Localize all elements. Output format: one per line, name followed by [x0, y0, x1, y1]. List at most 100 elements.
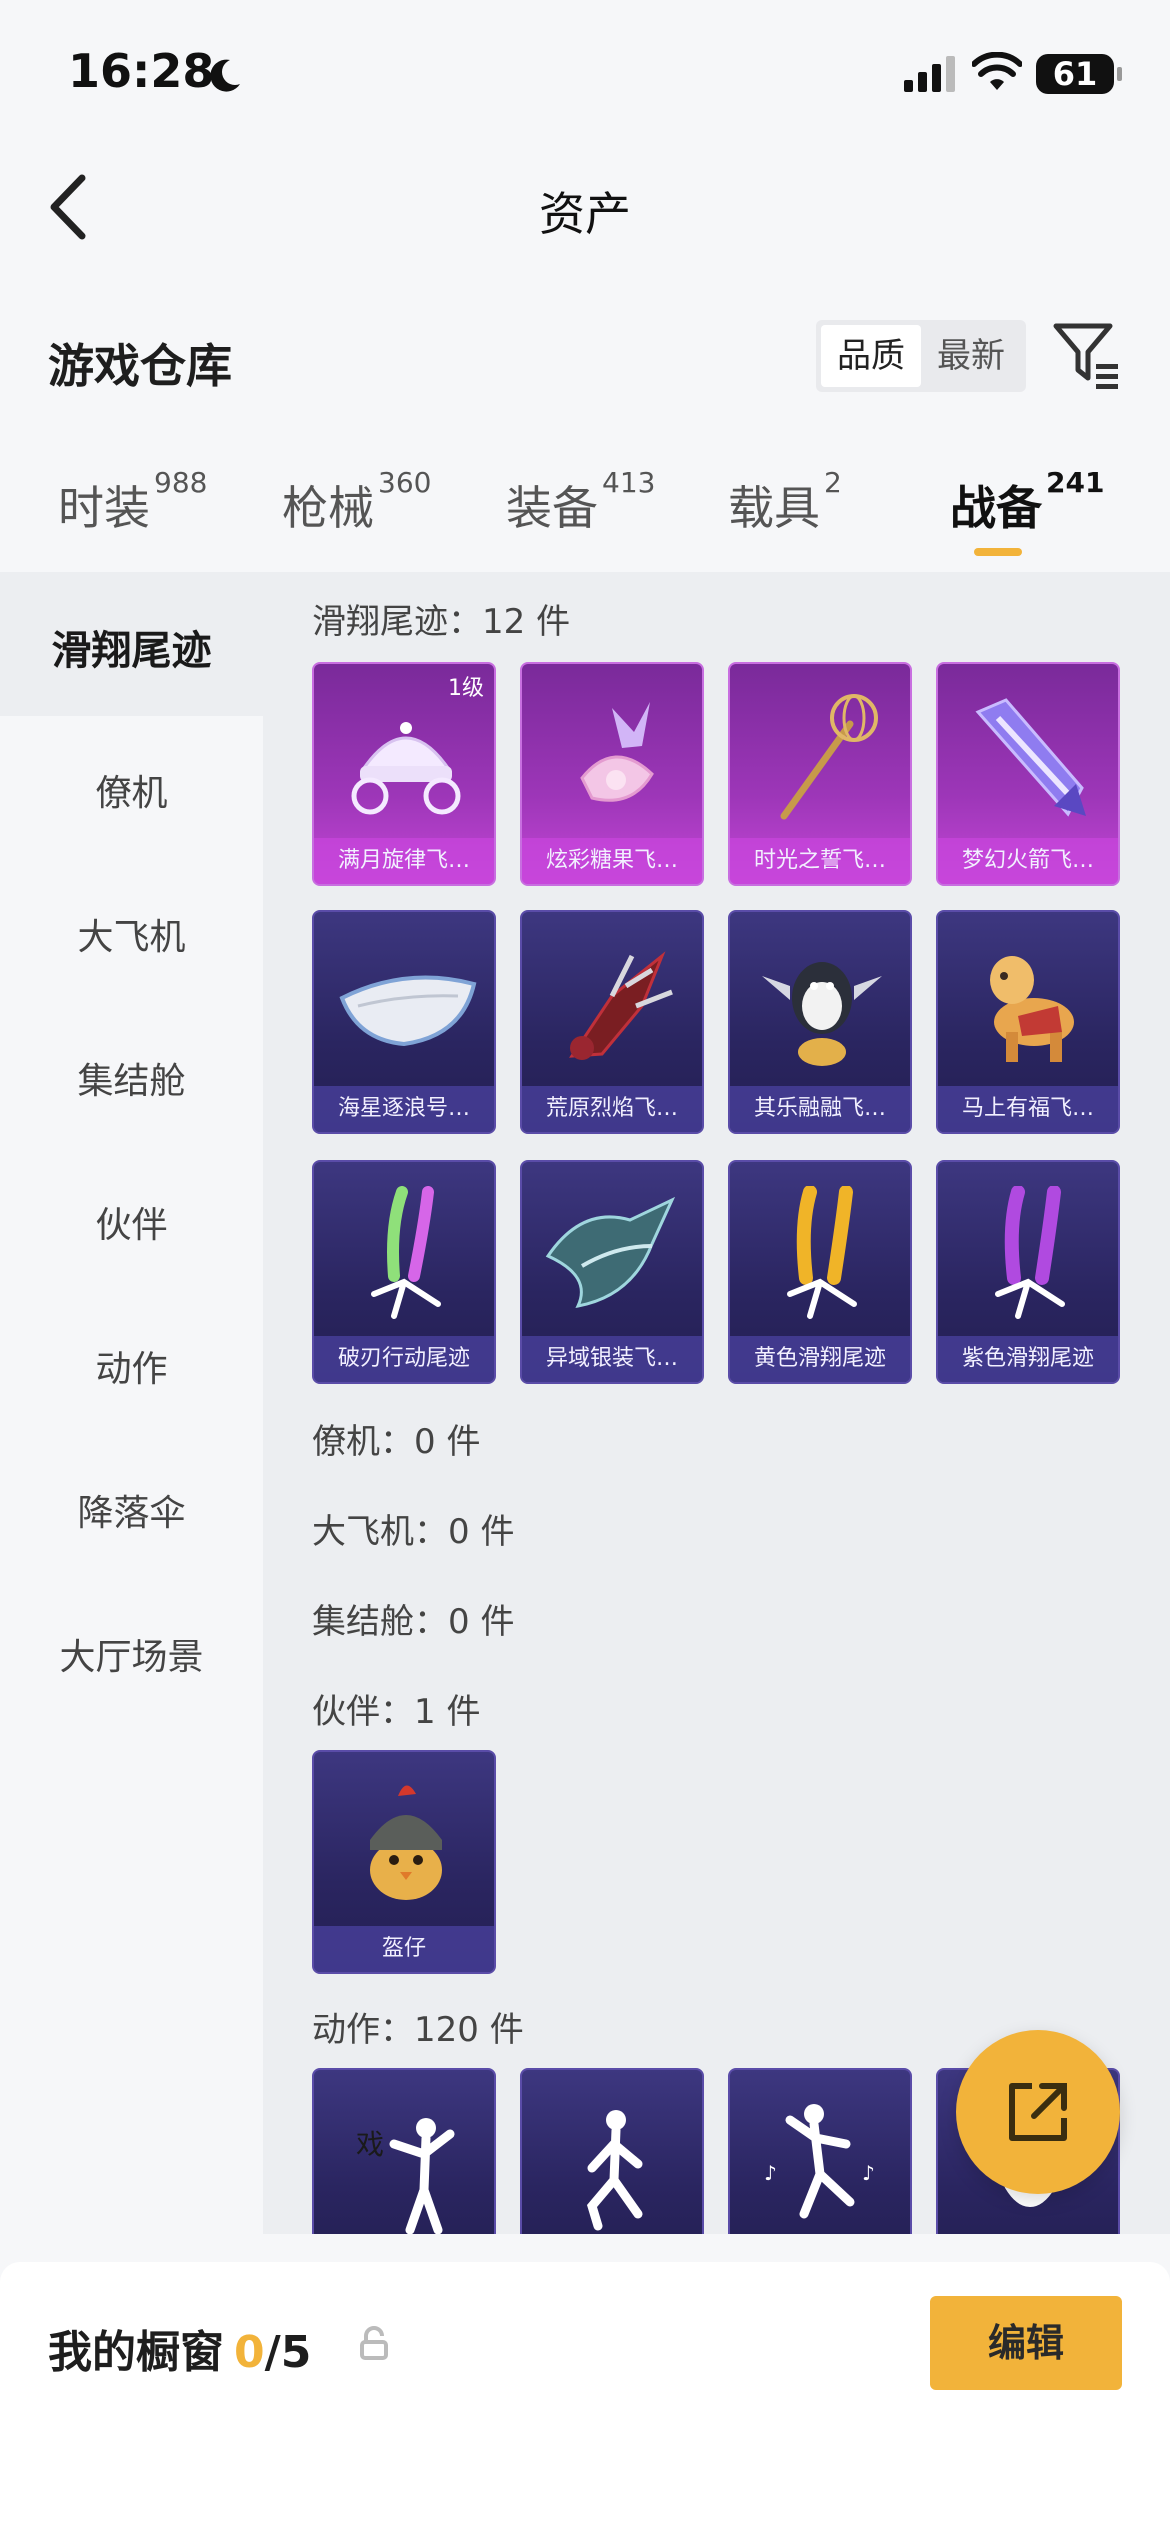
item-card[interactable]: 炫彩糖果飞… [520, 662, 704, 886]
tab-label: 时装 [58, 481, 150, 535]
tab-label: 战备 [950, 481, 1042, 535]
item-card[interactable]: 戏 [312, 2068, 496, 2234]
dance-pose-icon: ♪ ♪ [764, 2104, 875, 2219]
item-label: 异域银装飞… [522, 1336, 702, 1382]
item-label: 时光之誓飞… [730, 838, 910, 884]
status-bar: 16:28 61 [0, 0, 1170, 150]
item-card[interactable]: 荒原烈焰飞… [520, 910, 704, 1134]
page-title: 资产 [539, 187, 631, 241]
section-plane: 大飞机：0 件 [312, 1512, 515, 1552]
item-card[interactable]: 黄色滑翔尾迹 [728, 1160, 912, 1384]
tab-count: 2 [824, 466, 842, 499]
toy-horse-icon [990, 956, 1074, 1062]
tab-guns[interactable]: 枪械 360 [282, 466, 431, 538]
item-label: 紫色滑翔尾迹 [938, 1336, 1118, 1382]
chick-helmet-icon [370, 1785, 442, 1900]
tab-count: 413 [602, 466, 656, 499]
item-label: 海星逐浪号… [314, 1086, 494, 1132]
section-wingman: 僚机：0 件 [312, 1422, 481, 1462]
showcase-total: /5 [264, 2327, 312, 2378]
dance-pose-icon: 戏 [356, 2118, 455, 2234]
sidebar-item-wingman[interactable]: 僚机 [0, 764, 263, 816]
section-glide-trail: 滑翔尾迹：12 件 [312, 602, 571, 642]
item-label: 炫彩糖果飞… [522, 838, 702, 884]
showcase-title: 我的橱窗 0/5 [48, 2316, 311, 2380]
lock-icon [360, 2326, 388, 2360]
item-label: 梦幻火箭飞… [938, 838, 1118, 884]
tab-count: 360 [378, 466, 432, 499]
svg-text:♪: ♪ [764, 2161, 777, 2185]
section-partner: 伙伴：1 件 [312, 1692, 481, 1732]
tab-fashion[interactable]: 时装 988 [58, 466, 207, 538]
cellular-signal-icon [904, 56, 955, 92]
flame-wing-icon [569, 951, 673, 1060]
item-card[interactable]: ♪ ♪ [728, 2068, 912, 2234]
sidebar-item-lobby[interactable]: 大厅场景 [0, 1628, 263, 1680]
penguin-icon [762, 962, 882, 1066]
carriage-icon [351, 722, 461, 815]
sidebar-item-plane[interactable]: 大飞机 [0, 908, 263, 960]
tab-label: 载具 [728, 481, 820, 535]
content-area: 滑翔尾迹 僚机 大飞机 集结舱 伙伴 动作 降落伞 大厅场景 滑翔尾迹：12 件… [0, 572, 1170, 2234]
category-sidebar: 滑翔尾迹 僚机 大飞机 集结舱 伙伴 动作 降落伞 大厅场景 [0, 572, 263, 2234]
tab-vehicles[interactable]: 载具 2 [728, 466, 842, 538]
yellow-trail-icon [787, 1186, 857, 1319]
edit-button[interactable]: 编辑 [930, 2296, 1122, 2390]
tab-battle-gear[interactable]: 战备 241 [950, 466, 1104, 538]
sort-latest-option[interactable]: 最新 [921, 325, 1021, 387]
item-card[interactable]: 1级 满月旋律飞… [312, 662, 496, 886]
share-fab[interactable] [956, 2030, 1120, 2194]
sidebar-item-pod[interactable]: 集结舱 [0, 1052, 263, 1104]
sidebar-item-partner[interactable]: 伙伴 [0, 1196, 263, 1248]
rocket-icon [975, 698, 1086, 817]
item-card[interactable]: 其乐融融飞… [728, 910, 912, 1134]
showcase-bar: 我的橱窗 0/5 编辑 [0, 2262, 1170, 2532]
item-card[interactable] [520, 2068, 704, 2234]
item-card[interactable]: 时光之誓飞… [728, 662, 912, 886]
svg-text:♪: ♪ [862, 2161, 875, 2185]
item-label: 破刃行动尾迹 [314, 1336, 494, 1382]
item-card[interactable]: 盔仔 [312, 1750, 496, 1974]
sidebar-item-action[interactable]: 动作 [0, 1340, 263, 1392]
sort-quality-option[interactable]: 品质 [821, 325, 921, 387]
item-label: 满月旋律飞… [314, 838, 494, 884]
showcase-count: 0 [234, 2327, 265, 2378]
item-label: 其乐融融飞… [730, 1086, 910, 1132]
active-tab-indicator [974, 548, 1022, 556]
section-pod: 集结舱：0 件 [312, 1602, 515, 1642]
tab-equipment[interactable]: 装备 413 [506, 466, 655, 538]
moon-icon [210, 59, 240, 92]
tab-count: 241 [1046, 466, 1105, 499]
item-card[interactable]: 海星逐浪号… [312, 910, 496, 1134]
item-card[interactable]: 紫色滑翔尾迹 [936, 1160, 1120, 1384]
sort-segmented-control: 品质 最新 [816, 320, 1026, 392]
item-label: 马上有福飞… [938, 1086, 1118, 1132]
tab-count: 988 [154, 466, 208, 499]
clock: 16:28 [68, 44, 215, 98]
sidebar-item-glide-trail[interactable]: 滑翔尾迹 [0, 618, 263, 676]
scepter-icon [780, 694, 878, 820]
item-card[interactable]: 异域银装飞… [520, 1160, 704, 1384]
item-label: 盔仔 [314, 1926, 494, 1972]
tab-label: 枪械 [282, 481, 374, 535]
battery-icon: 61 [1036, 54, 1122, 94]
wifi-icon [972, 52, 1022, 90]
sidebar-item-parachute[interactable]: 降落伞 [0, 1484, 263, 1536]
tab-label: 装备 [506, 481, 598, 535]
item-card[interactable]: 梦幻火箭飞… [936, 662, 1120, 886]
item-label: 荒原烈焰飞… [522, 1086, 702, 1132]
candy-icon [580, 702, 654, 802]
item-label: 黄色滑翔尾迹 [730, 1336, 910, 1382]
wing-glider-icon [545, 1196, 676, 1309]
item-card[interactable]: 破刃行动尾迹 [312, 1160, 496, 1384]
category-tabs: 时装 988 枪械 360 装备 413 载具 2 战备 241 [0, 462, 1170, 562]
item-card[interactable]: 马上有福飞… [936, 910, 1120, 1134]
trail-figure-icon [371, 1186, 441, 1319]
warehouse-title: 游戏仓库 [48, 339, 232, 393]
section-action: 动作：120 件 [312, 2010, 524, 2050]
boat-icon [339, 975, 477, 1047]
share-icon [1009, 2083, 1067, 2141]
filter-icon[interactable] [1052, 320, 1120, 390]
purple-trail-icon [995, 1186, 1065, 1319]
showcase-label: 我的橱窗 [48, 2327, 224, 2378]
